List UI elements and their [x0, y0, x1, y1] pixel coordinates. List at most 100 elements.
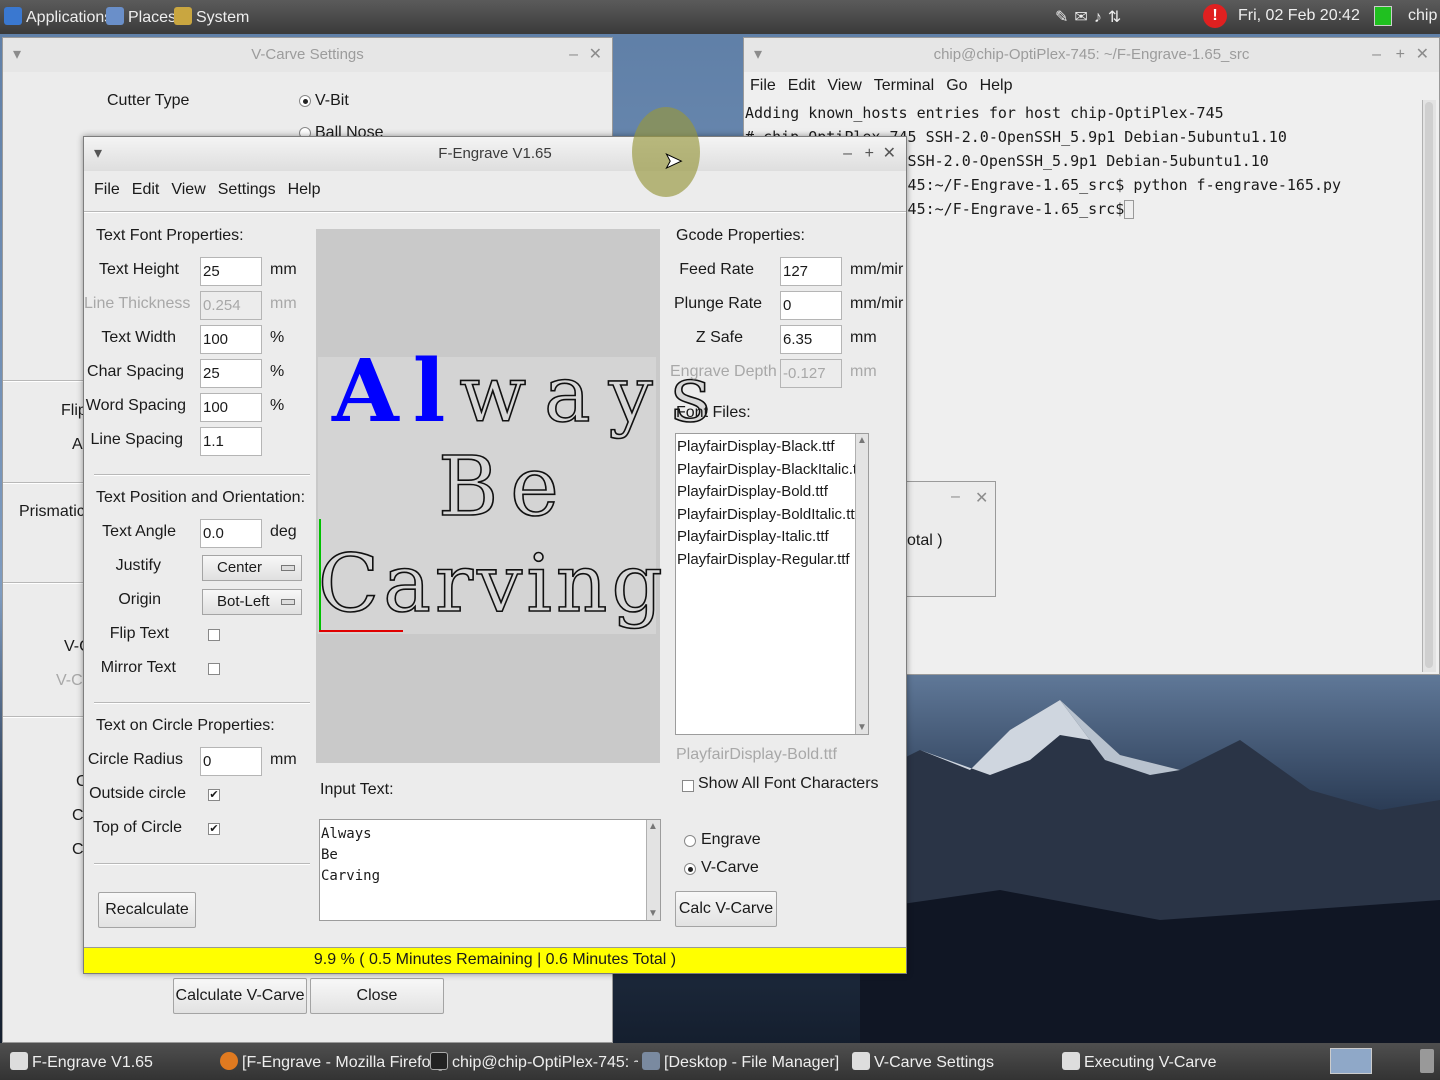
scroll-thumb[interactable] — [1425, 102, 1433, 668]
prismatic-label: Prismatic — [19, 503, 85, 520]
text-height-input[interactable]: 25 — [200, 257, 262, 286]
font-files-items: PlayfairDisplay-Black.ttf PlayfairDispla… — [677, 436, 855, 571]
edit-icon[interactable]: ✎ — [1055, 9, 1074, 26]
minimize-icon[interactable]: – — [843, 137, 852, 171]
window-menu-icon[interactable]: ▾ — [94, 137, 102, 171]
close-icon[interactable]: ✕ — [975, 488, 988, 508]
char-spacing-input[interactable]: 25 — [200, 359, 262, 388]
menu-help[interactable]: Help — [974, 71, 1019, 101]
mail-icon[interactable]: ✉ — [1074, 9, 1093, 26]
volume-icon[interactable]: ♪ — [1094, 9, 1108, 26]
menu-edit[interactable]: Edit — [782, 71, 822, 101]
calculate-vcarve-button[interactable]: Calculate V-Carve — [173, 978, 307, 1014]
font-file-item[interactable]: PlayfairDisplay-Italic.ttf — [677, 526, 855, 549]
terminal-scrollbar[interactable] — [1422, 100, 1436, 672]
calc-vcarve-button[interactable]: Calc V-Carve — [675, 891, 777, 927]
menu-file[interactable]: File — [88, 175, 126, 205]
task-label: V-Carve Settings — [874, 1054, 995, 1071]
minimize-icon[interactable]: – — [569, 38, 578, 72]
outside-circle-checkbox[interactable]: ✔ — [208, 789, 220, 801]
scroll-down-icon[interactable]: ▼ — [648, 908, 658, 919]
menu-view[interactable]: View — [165, 175, 211, 205]
task-firefox[interactable]: [F-Engrave - Mozilla Firefox] — [220, 1052, 443, 1072]
places-menu[interactable]: Places — [106, 7, 176, 27]
justify-dropdown[interactable]: Center — [202, 555, 302, 581]
scroll-down-icon[interactable]: ▼ — [857, 722, 867, 733]
vcarve-radio[interactable] — [684, 863, 696, 875]
cutter-type-label: Cutter Type — [107, 92, 190, 109]
window-menu-icon[interactable]: ▾ — [754, 38, 762, 72]
menu-view[interactable]: View — [821, 71, 867, 101]
font-file-item[interactable]: PlayfairDisplay-Bold.ttf — [677, 481, 855, 504]
close-icon[interactable]: ✕ — [589, 38, 602, 72]
task-vcarve-settings[interactable]: V-Carve Settings — [852, 1052, 994, 1072]
menu-settings[interactable]: Settings — [212, 175, 282, 205]
circle-radius-input[interactable]: 0 — [200, 747, 262, 776]
flip-text-checkbox[interactable] — [208, 629, 220, 641]
text-angle-input[interactable]: 0.0 — [200, 519, 262, 548]
input-text-scrollbar[interactable]: ▲ ▼ — [646, 820, 660, 920]
recalculate-button[interactable]: Recalculate — [98, 892, 196, 928]
terminal-titlebar[interactable]: ▾ chip@chip-OptiPlex-745: ~/F-Engrave-1.… — [744, 38, 1439, 72]
show-all-chars-checkbox[interactable] — [682, 780, 694, 792]
clock[interactable]: Fri, 02 Feb 20:42 — [1238, 7, 1360, 25]
scroll-up-icon[interactable]: ▲ — [648, 821, 658, 832]
maximize-icon[interactable]: + — [1396, 38, 1405, 72]
mirror-text-checkbox[interactable] — [208, 663, 220, 675]
mountain-image — [860, 700, 1440, 1045]
network-icon[interactable]: ⇅ — [1108, 9, 1127, 26]
maximize-icon[interactable]: + — [865, 137, 874, 171]
font-files-scrollbar[interactable]: ▲ ▼ — [855, 434, 868, 734]
tray-icons[interactable]: ✎✉♪⇅ — [1055, 7, 1127, 27]
task-file-manager[interactable]: [Desktop - File Manager] — [642, 1052, 839, 1072]
text-width-input[interactable]: 100 — [200, 325, 262, 354]
preview-line-2: Be — [437, 440, 571, 535]
font-file-item[interactable]: PlayfairDisplay-Black.ttf — [677, 436, 855, 459]
system-menu[interactable]: System — [174, 7, 249, 27]
engrave-radio[interactable] — [684, 835, 696, 847]
origin-dropdown[interactable]: Bot-Left — [202, 589, 302, 615]
fengrave-titlebar[interactable]: ▾ F-Engrave V1.65 – + ✕ — [84, 137, 906, 171]
menu-file[interactable]: File — [744, 71, 782, 101]
menu-help[interactable]: Help — [282, 175, 327, 205]
plunge-rate-input[interactable]: 0 — [780, 291, 842, 320]
font-file-item[interactable]: PlayfairDisplay-Regular.ttf — [677, 549, 855, 572]
vbit-radio[interactable] — [299, 95, 311, 107]
word-spacing-input[interactable]: 100 — [200, 393, 262, 422]
window-menu-icon[interactable]: ▾ — [13, 38, 21, 72]
font-files-list[interactable]: PlayfairDisplay-Black.ttf PlayfairDispla… — [675, 433, 869, 735]
font-file-item[interactable]: PlayfairDisplay-BlackItalic.ttf — [677, 459, 855, 482]
close-button[interactable]: Close — [310, 978, 444, 1014]
trash-icon[interactable] — [1420, 1049, 1434, 1073]
input-text-area[interactable]: Always Be Carving ▲ ▼ — [319, 819, 661, 921]
dropdown-indicator-icon — [281, 599, 295, 605]
line-spacing-input[interactable]: 1.1 — [200, 427, 262, 456]
applications-menu[interactable]: Applications — [4, 7, 112, 27]
preview-canvas[interactable]: Always Be Carving — [316, 229, 712, 763]
flip-text-label: Flip Text — [109, 625, 169, 642]
vcarve-titlebar[interactable]: ▾ V-Carve Settings – ✕ — [3, 38, 612, 72]
task-fengrave[interactable]: F-Engrave V1.65 — [10, 1052, 153, 1072]
scroll-up-icon[interactable]: ▲ — [857, 435, 867, 446]
minimize-icon[interactable]: – — [951, 488, 960, 506]
input-text-line: Be — [321, 847, 338, 863]
menu-go[interactable]: Go — [940, 71, 973, 101]
font-file-item[interactable]: PlayfairDisplay-BoldItalic.ttf — [677, 504, 855, 527]
user-name[interactable]: chip — [1408, 7, 1437, 25]
z-safe-input[interactable]: 6.35 — [780, 325, 842, 354]
feed-rate-input[interactable]: 127 — [780, 257, 842, 286]
word-spacing-label: Word Spacing — [85, 397, 186, 414]
close-icon[interactable]: ✕ — [1416, 38, 1429, 72]
task-executing-vcarve[interactable]: Executing V-Carve — [1062, 1052, 1217, 1072]
close-icon[interactable]: ✕ — [883, 137, 896, 171]
top-of-circle-checkbox[interactable]: ✔ — [208, 823, 220, 835]
c-label-3: C — [72, 841, 84, 858]
minimize-icon[interactable]: – — [1372, 38, 1381, 72]
task-terminal[interactable]: chip@chip-OptiPlex-745: ~/... — [430, 1052, 638, 1072]
alert-icon[interactable]: ! — [1203, 4, 1227, 28]
menu-terminal[interactable]: Terminal — [868, 71, 940, 101]
menu-edit[interactable]: Edit — [126, 175, 166, 205]
status-bar: 9.9 % ( 0.5 Minutes Remaining | 0.6 Minu… — [84, 947, 906, 973]
workspace-switcher-icon[interactable] — [1330, 1048, 1372, 1074]
gcode-heading: Gcode Properties: — [676, 227, 805, 244]
